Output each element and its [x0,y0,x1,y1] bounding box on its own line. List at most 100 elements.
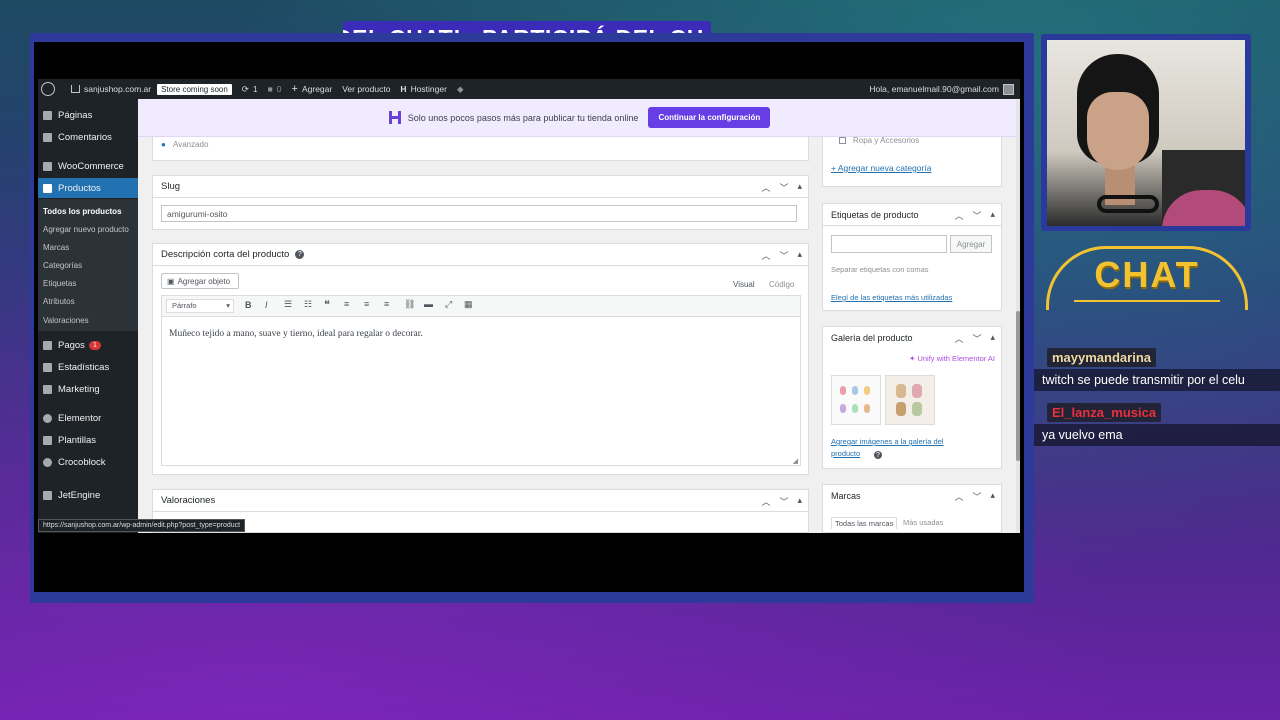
chevron-down-icon[interactable]: ﹀ [779,249,788,262]
chevron-up-icon[interactable]: ︿ [954,209,963,222]
toggle-arrow-icon[interactable]: ▴ [990,490,995,503]
continue-setup-button[interactable]: Continuar la configuración [648,107,771,128]
elementor-icon [43,413,52,423]
numbered-list-icon[interactable]: ☷ [304,299,312,310]
store-coming-soon-badge[interactable]: Store coming soon [157,83,232,95]
toggle-arrow-icon[interactable]: ▴ [797,495,802,508]
chevron-up-icon[interactable]: ︿ [761,181,770,194]
chevron-up-icon[interactable]: ︿ [761,495,770,508]
tab-code[interactable]: Código [769,280,794,289]
folder-icon [43,435,52,445]
submenu-agregar-nuevo[interactable]: Agregar nuevo producto [43,225,129,234]
sidebar-item-elementor[interactable]: Elementor [38,408,138,428]
tag-input[interactable] [831,235,947,253]
resize-handle-icon[interactable]: ◢ [793,457,798,465]
bold-button[interactable]: B [245,300,252,310]
sidebar-item-jetengine[interactable]: JetEngine [38,485,138,505]
my-account[interactable]: Hola, emanuelmail.90@gmail.com [869,83,1014,95]
toggle-arrow-icon[interactable]: ▴ [797,181,802,194]
align-left-icon[interactable]: ≡ [344,299,349,309]
sidebar-item-marketing[interactable]: Marketing [38,379,138,399]
hostinger-link[interactable]: H Hostinger [400,84,447,94]
add-media-button[interactable]: ▣ Agregar objeto [161,273,239,289]
toolbar-toggle-icon[interactable]: ▦ [464,299,473,310]
most-used-tags-link[interactable]: Elegí de las etiquetas más utilizadas [831,293,952,302]
chevron-up-icon[interactable]: ︿ [954,490,963,503]
toggle-arrow-icon[interactable]: ▴ [797,249,802,262]
link-icon[interactable]: ⛓ [404,299,415,310]
sidebar-item-paginas[interactable]: Páginas [38,105,138,125]
format-select[interactable]: Párrafo ▾ [166,299,234,313]
add-category-link[interactable]: + Agregar nueva categoría [831,163,931,173]
chevron-down-icon[interactable]: ﹀ [972,209,981,222]
chevron-down-icon[interactable]: ﹀ [779,495,788,508]
submenu-valoraciones[interactable]: Valoraciones [43,316,89,325]
comments-link[interactable]: ■ 0 [268,84,282,94]
radio-icon[interactable]: ● [161,140,166,149]
submenu-etiquetas[interactable]: Etiquetas [43,279,76,288]
add-gallery-images-link[interactable]: Agregar imágenes a la galería del produc… [831,436,971,460]
sidebar-item-label: Comentarios [58,131,112,143]
comment-icon: ■ [267,84,273,94]
chevron-up-icon[interactable]: ︿ [954,332,963,345]
chevron-down-icon[interactable]: ﹀ [779,181,788,194]
diamond-link[interactable]: ◆ [457,84,464,95]
sidebar-item-woocommerce[interactable]: WooCommerce [38,156,138,176]
sidebar-item-estadisticas[interactable]: Estadísticas [38,357,138,377]
categories-panel: Ropa y Accesorios + Agregar nueva catego… [822,136,1002,187]
blockquote-icon[interactable]: ❝ [324,298,330,311]
sidebar-item-comentarios[interactable]: Comentarios [38,127,138,147]
scrollbar[interactable] [1016,99,1020,533]
chevron-down-icon[interactable]: ﹀ [972,490,981,503]
horizontal-line-icon[interactable]: ▬ [424,299,433,309]
align-right-icon[interactable]: ≡ [384,299,389,309]
help-icon[interactable]: ? [295,250,305,259]
submenu-categorias[interactable]: Categorías [43,261,82,270]
category-checkbox[interactable] [839,137,846,144]
admin-bar: sanjushop.com.ar Store coming soon ⟳ 1 ■… [38,79,1020,99]
wordpress-logo-icon[interactable] [41,82,55,96]
help-icon[interactable]: ? [874,451,882,459]
align-center-icon[interactable]: ≡ [364,299,369,309]
panel-controls: ︿ ﹀ ▴ [954,490,995,503]
site-name-link[interactable]: sanjushop.com.ar [84,84,151,94]
tab-visual[interactable]: Visual [733,280,755,289]
sparkle-icon: ✦ [909,354,916,363]
sidebar-item-productos[interactable]: Productos [38,178,138,198]
editor-content-area[interactable]: Muñeco tejido a mano, suave y tierno, id… [161,317,801,466]
add-new-link[interactable]: + Agregar [292,83,333,95]
gallery-title: Galería del producto [831,333,913,343]
bullet-list-icon[interactable]: ☰ [284,299,292,310]
scrollbar-thumb[interactable] [1016,311,1020,461]
chevron-up-icon[interactable]: ︿ [761,249,770,262]
advanced-tab[interactable]: Avanzado [173,140,208,149]
wordpress-admin: sanjushop.com.ar Store coming soon ⟳ 1 ■… [38,79,1020,533]
updates-link[interactable]: ⟳ 1 [242,84,258,95]
panel-controls: ︿ ﹀ ▴ [761,249,802,262]
submenu-marcas[interactable]: Marcas [43,243,69,252]
sidebar-item-label: Estadísticas [58,361,110,373]
tab-all-brands[interactable]: Todas las marcas [831,517,898,529]
chat-username: mayymandarina [1052,350,1151,365]
sidebar-item-pagos[interactable]: Pagos 1 [38,335,138,355]
add-tag-button[interactable]: Agregar [950,235,992,253]
unify-elementor-ai-link[interactable]: ✦ Unify with Elementor AI [909,354,995,363]
gallery-image-1[interactable] [831,375,881,425]
sidebar-item-crocoblock[interactable]: Crocoblock [38,452,138,472]
chevron-down-icon[interactable]: ﹀ [972,332,981,345]
fullscreen-icon[interactable]: ⤢ [445,299,452,310]
toggle-arrow-icon[interactable]: ▴ [990,332,995,345]
tab-most-used-brands[interactable]: Más usadas [903,518,943,527]
gallery-image-2[interactable] [885,375,935,425]
italic-button[interactable]: I [265,300,268,310]
face [1087,92,1149,170]
slug-input[interactable]: amigurumi-osito [161,205,797,222]
slug-panel: Slug ︿ ﹀ ▴ amigurumi-osito [152,175,809,230]
chat-logo-text: CHAT [1094,254,1200,295]
jetengine-icon [43,490,52,500]
sidebar-item-plantillas[interactable]: Plantillas [38,430,138,450]
submenu-atributos[interactable]: Atributos [43,297,75,306]
toggle-arrow-icon[interactable]: ▴ [990,209,995,222]
submenu-todos-los-productos[interactable]: Todos los productos [43,207,122,216]
view-product-link[interactable]: Ver producto [342,84,390,94]
